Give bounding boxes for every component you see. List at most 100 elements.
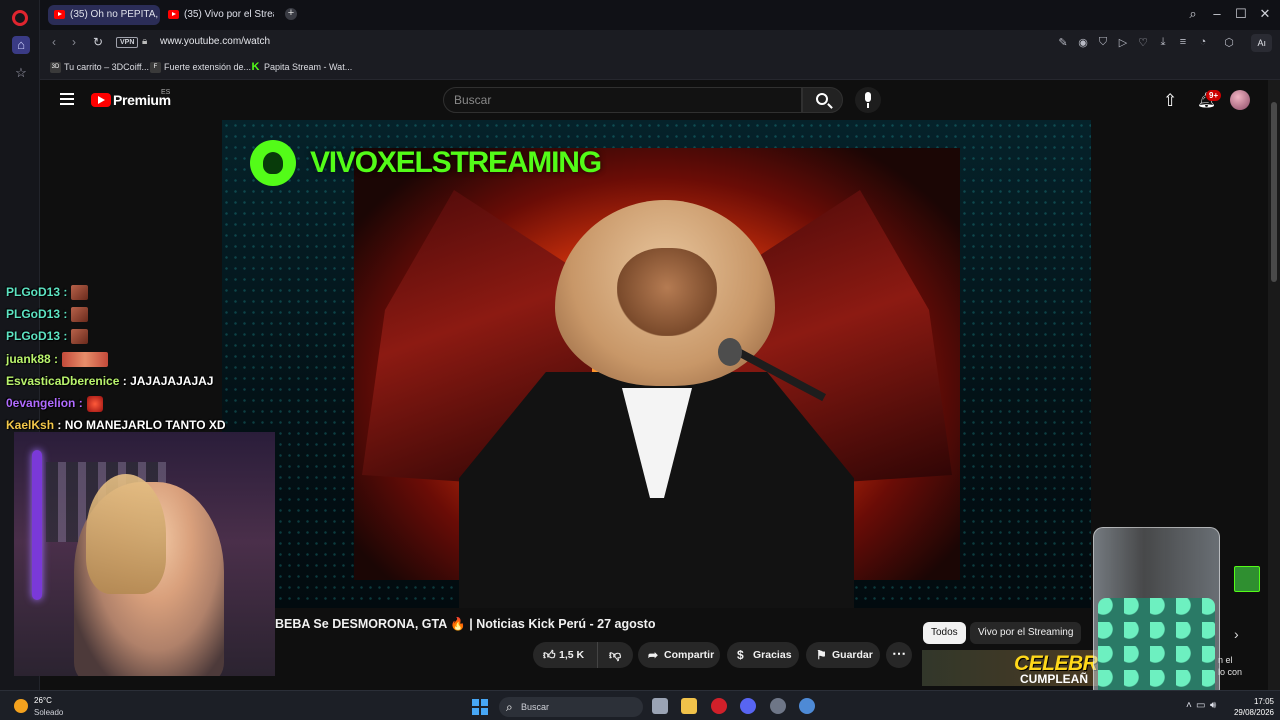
tab-label: (35) Oh no PEPITA, Lo (70, 9, 160, 20)
chat-message: juank88 : (6, 352, 109, 368)
youtube-logo-icon[interactable] (91, 93, 111, 107)
bookmark-papita-stream[interactable]: K Papita Stream - Wat... (250, 61, 353, 73)
webcam-overlay (14, 432, 275, 676)
task-view-icon[interactable] (652, 698, 668, 714)
channel-overlay-title: VIVOXELSTREAMING (310, 146, 602, 179)
video-player[interactable]: VIVOXELSTREAMING (222, 120, 1091, 608)
thumbs-down-icon: 👎︎ (609, 648, 622, 662)
share-button[interactable]: ➦ Compartir (638, 642, 720, 668)
chat-message: PLGoD13 : (6, 285, 89, 301)
star-icon[interactable]: ☆ (12, 64, 30, 82)
search-button[interactable] (802, 87, 843, 113)
search-tabs-icon[interactable]: ⌕ (1184, 6, 1202, 22)
emote-icon (86, 396, 103, 412)
home-icon[interactable]: ⌂ (12, 36, 30, 54)
network-icon[interactable]: ▭ (1196, 700, 1205, 711)
lock-icon[interactable]: 🔒︎ (142, 36, 147, 47)
play-icon[interactable]: ▷ (1116, 36, 1130, 49)
channel-badge-icon (1234, 566, 1260, 592)
chevron-up-icon[interactable]: ˄ (1186, 700, 1192, 711)
bookmark-extension[interactable]: F Fuerte extensión de... (150, 62, 251, 73)
url-field[interactable]: www.youtube.com/watch (160, 36, 270, 47)
dislike-button[interactable]: 👎︎ (597, 642, 633, 668)
chevron-right-icon[interactable]: › (1234, 626, 1239, 642)
screen: ⌂ ☆ (35) Oh no PEPITA, Lo (35) Vivo por … (0, 0, 1280, 720)
search-icon (816, 93, 828, 105)
kick-icon: K (251, 61, 260, 73)
opera-logo-icon[interactable] (12, 10, 28, 26)
tab-bar: (35) Oh no PEPITA, Lo (35) Vivo por el S… (40, 0, 1280, 30)
sun-icon[interactable] (14, 699, 28, 713)
menu-list-icon[interactable]: ≡ (1176, 36, 1190, 48)
forward-icon[interactable]: › (72, 35, 76, 49)
close-button[interactable]: ✕ (1256, 6, 1274, 22)
opera-taskbar-icon[interactable] (711, 698, 727, 714)
obs-icon[interactable] (770, 698, 786, 714)
heart-icon[interactable]: ♡ (1136, 36, 1150, 49)
chat-message: PLGoD13 : (6, 307, 89, 323)
bookmark-favicon-icon: 3D (50, 62, 61, 73)
save-button[interactable]: ⚑ Guardar (806, 642, 880, 668)
bookmark-favicon-icon: F (150, 62, 161, 73)
reload-icon[interactable]: ↻ (93, 35, 103, 49)
emote-icon (71, 307, 89, 323)
volume-icon[interactable]: 🔊︎ (1210, 700, 1216, 711)
camera-icon[interactable]: ◉ (1076, 36, 1090, 49)
thanks-button[interactable]: $ Gracias (727, 642, 799, 668)
like-button[interactable]: 👍︎ 1,5 K (533, 642, 597, 668)
profile-icon[interactable]: ◔ (1196, 36, 1210, 48)
youtube-header: Premium ES Buscar ⇧ 🔔︎ 9+ (40, 80, 1268, 120)
chat-overlay: PLGoD13 : PLGoD13 : PLGoD13 : juank88 : … (0, 280, 300, 436)
minimize-button[interactable]: – (1208, 6, 1226, 21)
overlay-glass-jar (1093, 527, 1220, 705)
maximize-button[interactable]: ☐ (1232, 6, 1250, 22)
tab-vivo-por-el-streaming[interactable]: (35) Vivo por el Streaming (162, 5, 274, 25)
hamburger-menu-icon[interactable] (60, 93, 74, 105)
settings-gear-icon[interactable] (799, 698, 815, 714)
bookmark-icon: ⚑ (816, 648, 827, 662)
recommended-video-title[interactable]: n el lo con (1218, 654, 1242, 678)
vpn-badge[interactable]: VPN (116, 37, 139, 48)
face (617, 248, 717, 336)
emote-icon (62, 352, 109, 368)
chat-message: PLGoD13 : (6, 329, 89, 345)
chip-todos[interactable]: Todos (923, 622, 966, 644)
file-explorer-icon[interactable] (681, 698, 697, 714)
chat-message: EsvasticaDberenice : JAJAJAJAJAJ (6, 374, 214, 388)
jar-fill (1098, 598, 1215, 698)
emote-icon (71, 285, 89, 301)
extensions-icon[interactable]: ⬡ (1222, 36, 1236, 49)
weather-temperature[interactable]: 26°C (34, 696, 52, 705)
discord-icon[interactable] (740, 698, 756, 714)
windows-start-icon[interactable] (472, 699, 488, 715)
avatar[interactable] (1230, 90, 1250, 110)
youtube-favicon-icon (54, 10, 65, 19)
page-scrollbar[interactable] (1268, 80, 1280, 690)
new-tab-button[interactable]: + (285, 8, 297, 20)
tab-oh-no-pepita[interactable]: (35) Oh no PEPITA, Lo (48, 5, 160, 25)
recommended-video-thumbnail[interactable]: CELEBR CUMPLEAÑ (922, 650, 1098, 686)
back-icon[interactable]: ‹ (52, 35, 56, 49)
shield-icon[interactable]: ⛉ (1096, 36, 1110, 49)
ai-button[interactable]: Aı (1251, 34, 1272, 52)
weather-description[interactable]: Soleado (34, 708, 63, 717)
bookmark-3dcoiff[interactable]: 3D Tu carrito – 3DCoiff... (50, 62, 149, 73)
chip-vivo-por-el-streaming[interactable]: Vivo por el Streaming (970, 622, 1082, 644)
upload-icon[interactable]: ⇧ (1163, 92, 1177, 109)
neon-light (32, 450, 42, 600)
taskbar-clock[interactable]: 17:05 29/08/2026 (1228, 696, 1274, 718)
bookmarks-bar: 3D Tu carrito – 3DCoiff... F Fuerte exte… (40, 56, 1280, 80)
emote-icon (71, 329, 89, 345)
edit-icon[interactable]: ✎ (1056, 36, 1070, 49)
search-input[interactable]: Buscar (443, 87, 802, 113)
taskbar-search[interactable]: Buscar (499, 697, 643, 717)
share-icon: ➦ (648, 648, 659, 662)
microphone-icon (718, 338, 742, 366)
youtube-favicon-icon (168, 10, 179, 19)
more-actions-button[interactable]: ⋯ (886, 642, 912, 668)
scrollbar-thumb[interactable] (1271, 102, 1277, 282)
tab-label: (35) Vivo por el Streaming (184, 9, 274, 20)
voice-search-button[interactable] (855, 87, 881, 113)
download-icon[interactable]: ⤓ (1156, 36, 1170, 49)
thumbs-up-icon: 👍︎ (543, 648, 556, 662)
